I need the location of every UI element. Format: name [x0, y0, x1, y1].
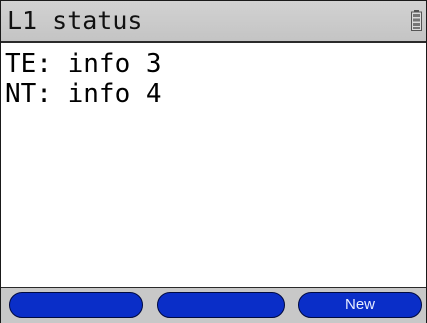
softkey-2-button[interactable]: [157, 292, 285, 318]
title-bar: L1 status: [1, 1, 426, 43]
battery-icon: [411, 10, 422, 31]
te-status-line: TE: info 3: [5, 49, 162, 79]
softkey-1-button[interactable]: [9, 292, 143, 318]
new-button[interactable]: New: [298, 292, 422, 318]
nt-status-line: NT: info 4: [5, 79, 162, 109]
softkey-bar: New: [1, 287, 426, 323]
device-screen: L1 status TE: info 3 NT: info 4 New: [0, 0, 427, 323]
status-content: TE: info 3 NT: info 4: [5, 49, 415, 109]
page-title: L1 status: [7, 6, 143, 35]
